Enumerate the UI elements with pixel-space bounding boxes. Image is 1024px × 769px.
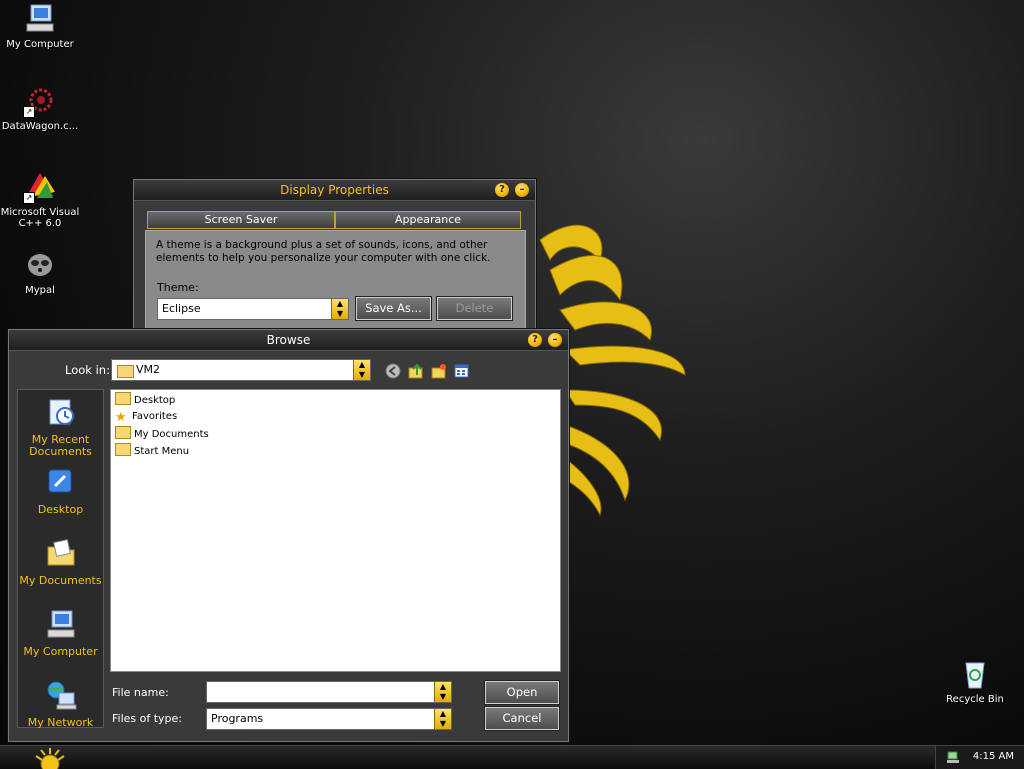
view-menu-icon[interactable] bbox=[454, 363, 470, 379]
up-folder-icon[interactable] bbox=[408, 363, 424, 379]
folder-icon bbox=[117, 365, 134, 378]
recent-documents-icon bbox=[49, 399, 74, 425]
place-my-computer[interactable]: My Computer bbox=[18, 608, 103, 658]
look-in-select[interactable]: VM2 ▲ ▼ bbox=[111, 359, 371, 381]
desktop-icon-recycle-bin[interactable]: Recycle Bin bbox=[935, 657, 1015, 705]
desktop-icon-datawagon[interactable]: ↗ DataWagon.c... bbox=[0, 84, 80, 132]
look-in-value: VM2 bbox=[136, 363, 161, 376]
close-button[interactable]: – bbox=[515, 183, 529, 197]
list-item-desktop[interactable]: Desktop bbox=[115, 392, 175, 408]
start-button-sun-icon[interactable] bbox=[22, 746, 78, 769]
desktop-icon-label: Mypal bbox=[25, 285, 55, 296]
list-item-label: Start Menu bbox=[134, 446, 190, 457]
documents-folder-icon bbox=[47, 539, 74, 566]
folder-icon bbox=[115, 392, 131, 405]
tab-appearance[interactable]: Appearance bbox=[335, 211, 521, 229]
desktop-icon-visual-cpp[interactable]: ↗ Microsoft Visual C++ 6.0 bbox=[0, 170, 80, 229]
help-button[interactable]: ? bbox=[528, 333, 542, 347]
display-properties-window: Display Properties ? – Screen Saver Appe… bbox=[133, 179, 536, 342]
browse-titlebar[interactable]: Browse ? – bbox=[9, 330, 568, 351]
taskbar: 4:15 AM bbox=[0, 745, 1024, 769]
star-icon: ★ bbox=[115, 410, 127, 425]
help-button[interactable]: ? bbox=[495, 183, 509, 197]
open-button[interactable]: Open bbox=[484, 680, 560, 705]
chevron-updown-icon[interactable]: ▲ ▼ bbox=[434, 682, 451, 702]
desktop-icon-mypal[interactable]: Mypal bbox=[0, 248, 80, 296]
chevron-updown-icon[interactable]: ▲ ▼ bbox=[353, 360, 370, 380]
file-list[interactable]: Desktop ★ Favorites My Documents Start Me… bbox=[110, 389, 561, 672]
desktop-icon-my-computer[interactable]: My Computer bbox=[0, 2, 80, 50]
folder-icon bbox=[115, 426, 131, 439]
browse-dialog: Browse ? – Look in: VM2 ▲ ▼ My Recent Doc… bbox=[8, 329, 569, 742]
close-button[interactable]: – bbox=[548, 333, 562, 347]
list-item-my-documents[interactable]: My Documents bbox=[115, 426, 209, 442]
network-icon bbox=[47, 681, 76, 710]
place-label: My Network bbox=[27, 716, 94, 729]
delete-button[interactable]: Delete bbox=[436, 296, 513, 321]
chevron-updown-icon[interactable]: ▲ ▼ bbox=[331, 299, 348, 319]
file-name-input[interactable]: ▲ ▼ bbox=[206, 681, 452, 703]
shortcut-arrow-icon: ↗ bbox=[23, 106, 35, 118]
files-of-type-select[interactable]: Programs ▲ ▼ bbox=[206, 708, 452, 730]
computer-icon bbox=[47, 610, 74, 638]
raccoon-icon bbox=[23, 248, 57, 282]
new-folder-icon[interactable] bbox=[431, 363, 447, 379]
window-title: Display Properties bbox=[280, 183, 389, 197]
list-item-start-menu[interactable]: Start Menu bbox=[115, 443, 189, 459]
place-label: My Documents bbox=[19, 574, 102, 587]
files-of-type-label: Files of type: bbox=[112, 712, 183, 725]
place-my-network[interactable]: My Network bbox=[18, 679, 103, 729]
place-desktop[interactable]: Desktop bbox=[18, 466, 103, 516]
display-properties-titlebar[interactable]: Display Properties ? – bbox=[134, 180, 535, 201]
file-name-label: File name: bbox=[112, 686, 169, 699]
save-as-button[interactable]: Save As... bbox=[355, 296, 432, 321]
computer-icon bbox=[23, 2, 57, 36]
places-bar: My Recent Documents Desktop My Documents… bbox=[17, 389, 104, 729]
theme-label: Theme: bbox=[157, 281, 199, 294]
theme-description: A theme is a background plus a set of so… bbox=[156, 239, 491, 264]
place-my-documents[interactable]: My Documents bbox=[18, 537, 103, 587]
files-of-type-value: Programs bbox=[211, 712, 264, 725]
desktop-icon bbox=[48, 469, 71, 493]
list-item-label: Favorites bbox=[132, 411, 178, 422]
shortcut-arrow-icon: ↗ bbox=[23, 192, 35, 204]
clock[interactable]: 4:15 AM bbox=[973, 751, 1014, 762]
theme-select-value: Eclipse bbox=[162, 302, 201, 315]
back-icon[interactable] bbox=[385, 363, 401, 379]
desktop-icon-label: My Computer bbox=[6, 39, 74, 50]
place-label: Desktop bbox=[37, 503, 84, 516]
look-in-label: Look in: bbox=[65, 363, 110, 377]
list-item-label: My Documents bbox=[134, 429, 209, 440]
desktop-icon-label: Recycle Bin bbox=[946, 694, 1004, 705]
visual-cpp-icon: ↗ bbox=[23, 170, 57, 204]
theme-select[interactable]: Eclipse ▲ ▼ bbox=[157, 298, 349, 320]
system-tray: 4:15 AM bbox=[935, 746, 1024, 769]
list-item-label: Desktop bbox=[134, 395, 176, 406]
recycle-bin-icon bbox=[958, 657, 992, 691]
folder-icon bbox=[115, 443, 131, 456]
desktop-icon-label: DataWagon.c... bbox=[1, 121, 79, 132]
list-item-favorites[interactable]: ★ Favorites bbox=[115, 409, 177, 425]
desktop-icon-label: Microsoft Visual C++ 6.0 bbox=[0, 207, 80, 229]
network-tray-icon[interactable] bbox=[946, 750, 960, 764]
window-title: Browse bbox=[266, 333, 311, 347]
tab-screen-saver[interactable]: Screen Saver bbox=[147, 211, 335, 229]
cancel-button[interactable]: Cancel bbox=[484, 706, 560, 731]
place-label: My Computer bbox=[23, 645, 98, 658]
tab-strip: Screen Saver Appearance bbox=[147, 211, 521, 229]
place-label: My Recent Documents bbox=[29, 433, 92, 458]
chevron-updown-icon[interactable]: ▲ ▼ bbox=[434, 709, 451, 729]
themes-panel: A theme is a background plus a set of so… bbox=[145, 230, 526, 342]
place-my-recent-documents[interactable]: My Recent Documents bbox=[18, 396, 103, 458]
datawagon-icon: ↗ bbox=[23, 84, 57, 118]
